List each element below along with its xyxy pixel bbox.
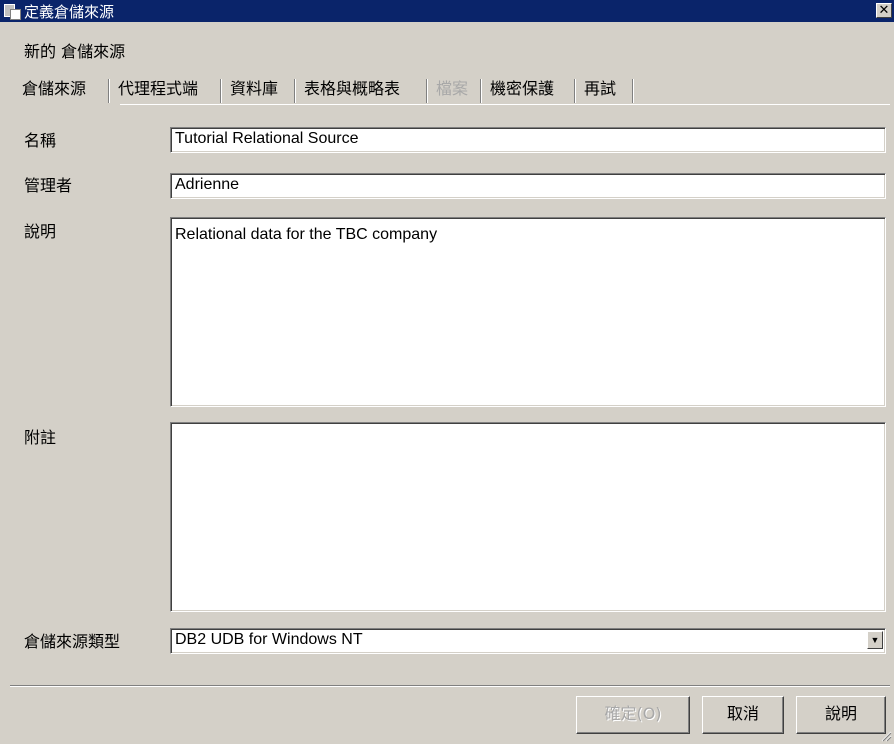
tab-agent-site[interactable]: 代理程式端 bbox=[116, 77, 200, 103]
tab-warehouse-source[interactable]: 倉儲來源 bbox=[20, 77, 88, 103]
notes-textarea[interactable] bbox=[170, 422, 886, 612]
button-divider bbox=[10, 685, 890, 687]
description-label: 說明 bbox=[24, 222, 57, 241]
title-bar: 定義倉儲來源 ✕ bbox=[0, 0, 894, 22]
warehouse-app-icon bbox=[4, 3, 21, 20]
resize-grip-icon[interactable] bbox=[880, 730, 892, 742]
tab-files[interactable]: 檔案 bbox=[434, 77, 470, 103]
tab-strip: 倉儲來源 代理程式端 資料庫 表格與概略表 檔案 機密保護 再試 bbox=[0, 75, 894, 105]
source-type-label: 倉儲來源類型 bbox=[24, 632, 121, 651]
name-label: 名稱 bbox=[24, 131, 57, 150]
notes-label: 附註 bbox=[24, 428, 57, 447]
source-type-select[interactable]: DB2 UDB for Windows NT ▼ bbox=[170, 628, 886, 654]
administrator-label: 管理者 bbox=[24, 176, 73, 195]
tab-baseline bbox=[120, 104, 890, 105]
dropdown-arrow-icon[interactable]: ▼ bbox=[867, 631, 883, 649]
cancel-button[interactable]: 取消 bbox=[702, 696, 784, 734]
window-title: 定義倉儲來源 bbox=[24, 2, 115, 21]
source-type-value: DB2 UDB for Windows NT bbox=[175, 631, 363, 648]
help-button[interactable]: 說明 bbox=[796, 696, 886, 734]
close-button[interactable]: ✕ bbox=[876, 3, 892, 18]
administrator-field[interactable]: Adrienne bbox=[170, 173, 886, 199]
dialog-subtitle: 新的 倉儲來源 bbox=[24, 42, 126, 61]
tab-retry[interactable]: 再試 bbox=[582, 77, 618, 103]
description-textarea[interactable]: Relational data for the TBC company bbox=[170, 217, 886, 407]
tab-security[interactable]: 機密保護 bbox=[488, 77, 556, 103]
ok-button[interactable]: 確定(O) bbox=[576, 696, 690, 734]
tab-tables-views[interactable]: 表格與概略表 bbox=[302, 77, 402, 103]
tab-database[interactable]: 資料庫 bbox=[228, 77, 280, 103]
name-field[interactable]: Tutorial Relational Source bbox=[170, 127, 886, 153]
